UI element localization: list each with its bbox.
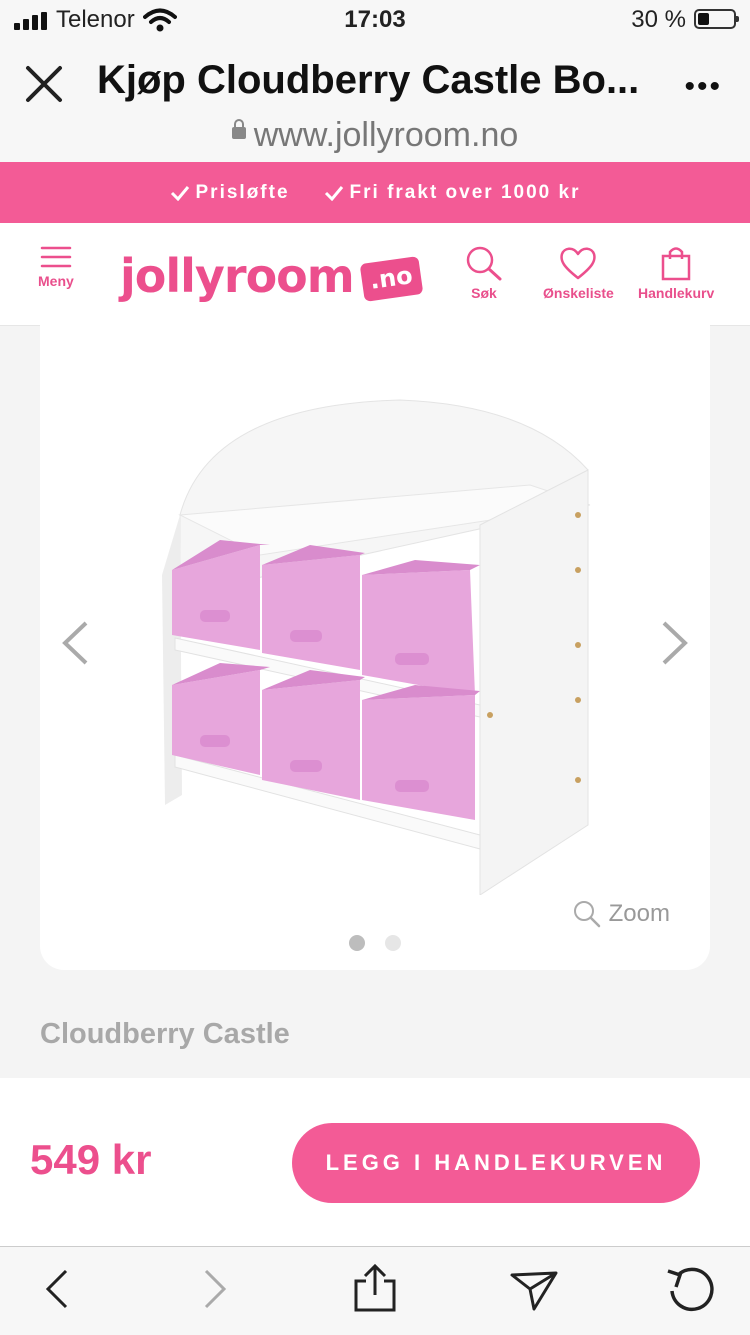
magnifier-icon [573, 901, 600, 928]
product-brand[interactable]: Cloudberry Castle [40, 1018, 290, 1051]
wishlist-label: Ønskeliste [543, 285, 614, 301]
battery-percent: 30 % [631, 6, 686, 33]
promo-banner: Prisløfte Fri frakt over 1000 kr [0, 162, 750, 223]
cart-label: Handlekurv [638, 285, 715, 301]
jollyroom-logo[interactable]: jollyroom .no [120, 249, 423, 304]
promo-label: Fri frakt over 1000 kr [349, 181, 581, 203]
promo-label: Prisløfte [195, 181, 290, 203]
buy-bar: 549 kr LEGG I HANDLEKURVEN [0, 1078, 750, 1246]
add-to-cart-button[interactable]: LEGG I HANDLEKURVEN [292, 1123, 700, 1203]
reload-icon[interactable] [664, 1263, 716, 1315]
chevron-right-icon[interactable] [660, 620, 690, 666]
browser-bar: Kjøp Cloudberry Castle Bo... ••• www.jol… [0, 40, 750, 163]
forward-icon[interactable] [200, 1267, 230, 1311]
url-text: www.jollyroom.no [253, 116, 519, 154]
checkmark-icon [170, 185, 189, 201]
share-icon[interactable] [352, 1263, 398, 1313]
search-label: Søk [471, 285, 497, 301]
gallery-pagination [40, 935, 710, 956]
pagination-dot-active[interactable] [349, 935, 365, 951]
logo-tld: .no [359, 256, 423, 302]
more-options-icon[interactable]: ••• [684, 70, 722, 104]
product-gallery[interactable]: Zoom [40, 325, 710, 970]
search-icon [466, 246, 502, 281]
product-price: 549 kr [30, 1136, 152, 1183]
status-bar: Telenor 17:03 30 % [0, 0, 750, 40]
shopping-bag-icon [661, 247, 691, 281]
zoom-label: Zoom [608, 900, 670, 927]
search-button[interactable]: Søk [465, 245, 503, 301]
site-header: Meny jollyroom .no Søk Ønskeliste Handlek… [0, 223, 750, 326]
product-image [162, 399, 591, 895]
zoom-button[interactable]: Zoom [573, 900, 670, 928]
battery-icon [694, 9, 739, 29]
browser-toolbar [0, 1246, 750, 1335]
page-title: Kjøp Cloudberry Castle Bo... [97, 58, 640, 102]
send-icon[interactable] [508, 1267, 560, 1313]
wishlist-button[interactable]: Ønskeliste [543, 245, 614, 301]
back-icon[interactable] [42, 1267, 72, 1311]
lock-icon [231, 119, 246, 140]
promo-item: Prisløfte [170, 182, 290, 204]
logo-text: jollyroom [120, 249, 355, 303]
checkmark-icon [324, 185, 343, 201]
chevron-left-icon[interactable] [60, 620, 90, 666]
cart-button[interactable]: Handlekurv [638, 245, 714, 301]
menu-label: Meny [38, 273, 74, 289]
promo-item: Fri frakt over 1000 kr [324, 182, 581, 204]
close-icon[interactable] [24, 64, 64, 104]
pagination-dot[interactable] [385, 935, 401, 951]
menu-button[interactable]: Meny [38, 245, 74, 289]
heart-icon [560, 247, 597, 280]
hamburger-icon [40, 246, 72, 268]
url-display[interactable]: www.jollyroom.no [0, 116, 750, 155]
